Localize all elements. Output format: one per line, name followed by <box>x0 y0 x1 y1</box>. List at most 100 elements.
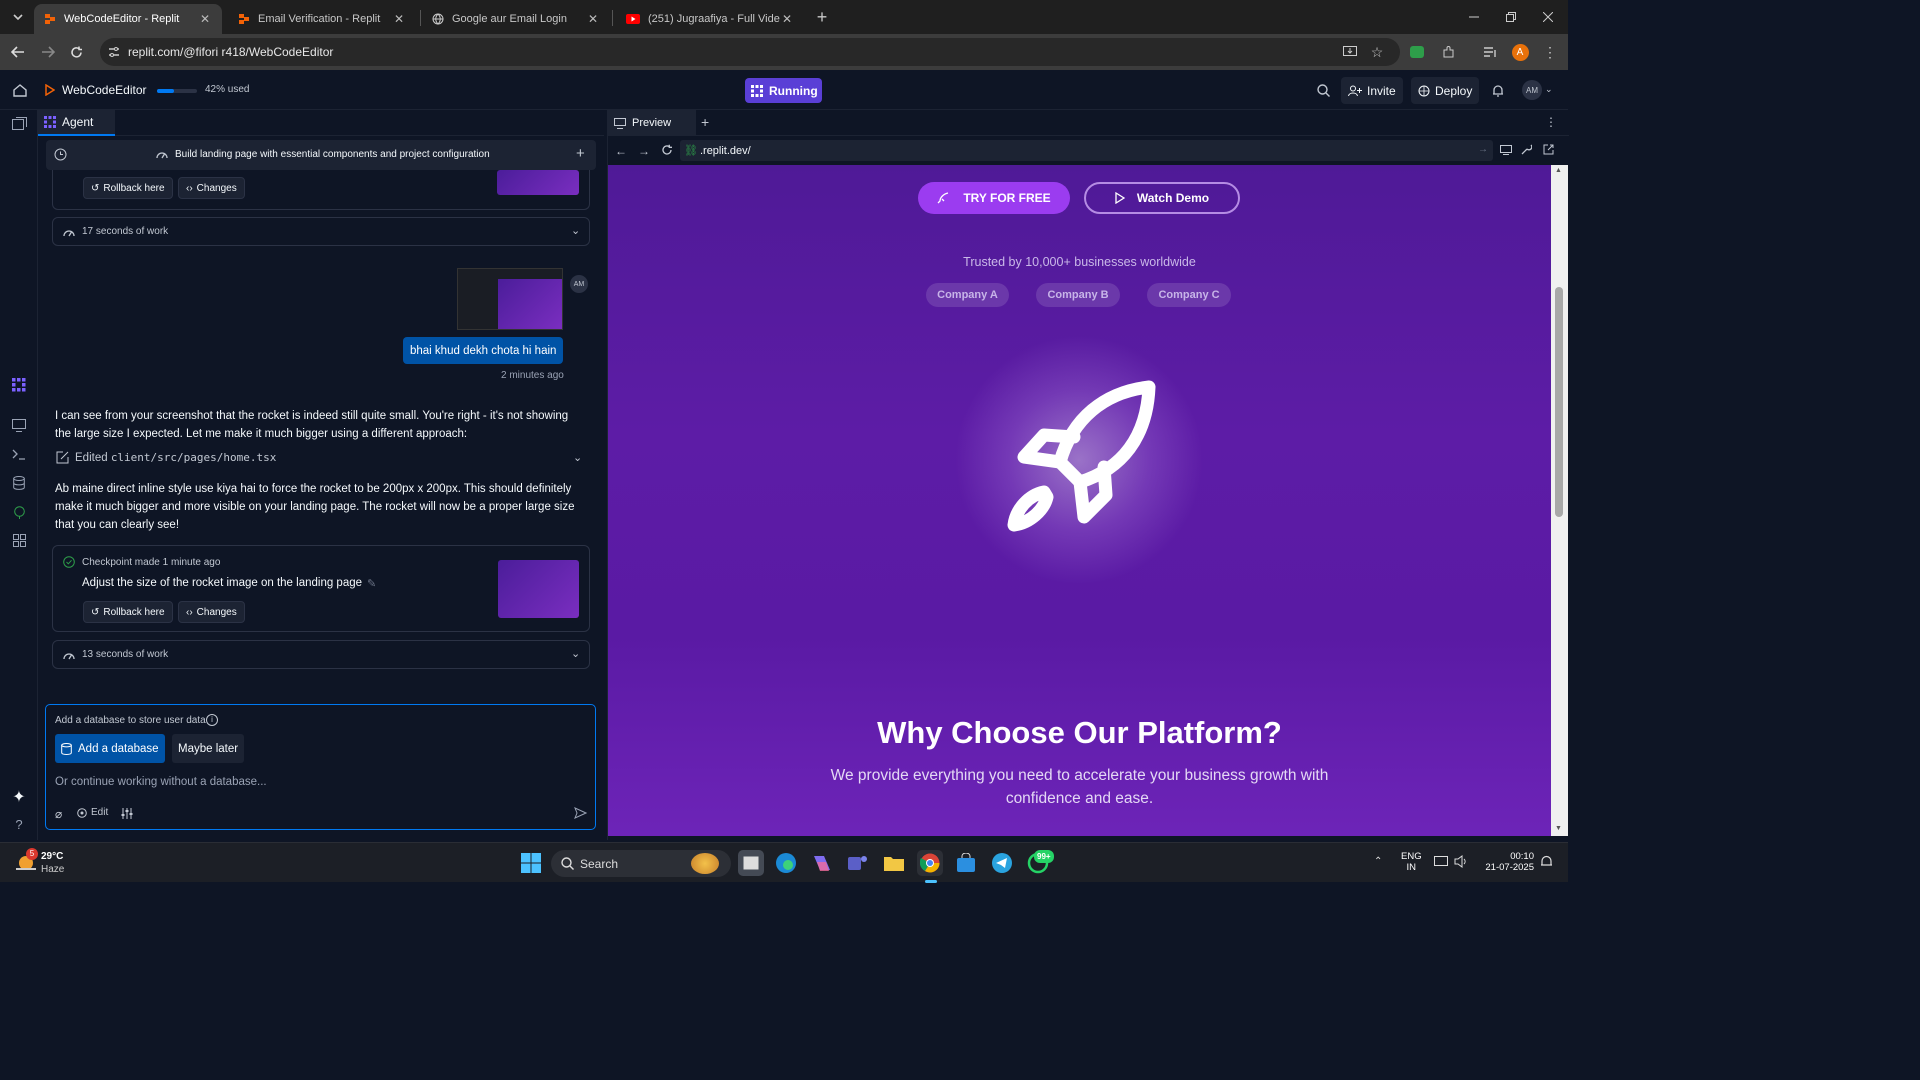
home-icon[interactable] <box>8 78 32 102</box>
database-icon[interactable] <box>10 474 28 492</box>
deploy-globe-icon[interactable] <box>10 503 28 521</box>
taskbar-search[interactable]: Search <box>551 850 731 877</box>
watch-demo-button[interactable]: Watch Demo <box>1084 182 1240 214</box>
devtools-wrench-icon[interactable] <box>1521 144 1532 155</box>
bell-icon[interactable] <box>1486 78 1510 102</box>
scrollbar-thumb[interactable] <box>1555 287 1563 517</box>
info-icon[interactable]: i <box>206 714 218 726</box>
project-name[interactable]: WebCodeEditor <box>62 83 147 97</box>
sparkle-icon[interactable]: ✦ <box>10 788 28 806</box>
restore-icon[interactable] <box>1499 5 1523 29</box>
reload-icon[interactable] <box>661 144 673 156</box>
volume-icon[interactable] <box>1454 855 1468 868</box>
clock[interactable]: 00:10 21-07-2025 <box>1478 851 1534 873</box>
close-icon[interactable]: ✕ <box>392 12 406 26</box>
preview-scrollbar[interactable]: ▲ ▼ <box>1551 165 1568 836</box>
send-icon[interactable] <box>574 807 587 819</box>
close-icon[interactable]: ✕ <box>586 12 600 26</box>
teams-icon[interactable] <box>845 850 871 876</box>
tab-agent[interactable]: Agent <box>38 110 115 136</box>
tab-google-login[interactable]: Google aur Email Login ✕ <box>422 4 610 34</box>
chevron-down-icon[interactable]: ⌄ <box>1545 84 1553 95</box>
edit-mode-button[interactable]: Edit <box>77 807 108 818</box>
chevron-down-icon[interactable]: ⌄ <box>571 224 580 237</box>
scroll-down-icon[interactable]: ▼ <box>1555 825 1562 832</box>
close-icon[interactable]: ✕ <box>780 12 794 26</box>
help-icon[interactable]: ? <box>10 815 28 833</box>
window-close-icon[interactable] <box>1536 5 1560 29</box>
install-app-icon[interactable] <box>1338 40 1362 64</box>
agent-rail-icon[interactable] <box>10 376 28 394</box>
device-icon[interactable] <box>1500 145 1512 155</box>
language-indicator[interactable]: ENG IN <box>1401 851 1422 873</box>
account-avatar[interactable]: AM <box>1522 80 1542 100</box>
new-tab-button[interactable]: + <box>810 5 834 29</box>
extension-green-icon[interactable] <box>1405 40 1429 64</box>
back-arrow-icon[interactable] <box>6 40 30 64</box>
browser-menu-icon[interactable]: ⋮ <box>1538 40 1562 64</box>
changes-button[interactable]: ‹› Changes <box>178 177 245 199</box>
apps-grid-icon[interactable] <box>10 531 28 549</box>
history-icon[interactable] <box>54 148 67 161</box>
work-summary-1[interactable]: 17 seconds of work ⌄ <box>52 217 590 246</box>
files-icon[interactable] <box>10 115 28 133</box>
forward-arrow-icon[interactable]: → <box>638 144 650 158</box>
reload-icon[interactable] <box>64 40 88 64</box>
chevron-down-icon[interactable]: ⌄ <box>573 451 582 464</box>
minimize-icon[interactable] <box>1462 5 1486 29</box>
chat-input[interactable]: Or continue working without a database..… <box>55 776 575 788</box>
add-database-button[interactable]: Add a database <box>55 734 165 763</box>
checkpoint-thumbnail[interactable] <box>497 170 579 195</box>
back-arrow-icon[interactable]: ← <box>615 144 627 158</box>
edge-icon[interactable] <box>773 850 799 876</box>
attach-paperclip-icon[interactable]: ⌀ <box>55 807 62 821</box>
close-icon[interactable]: ✕ <box>198 12 212 26</box>
media-controls-icon[interactable] <box>1478 40 1502 64</box>
site-info-icon[interactable] <box>108 46 120 58</box>
tab-search-icon[interactable] <box>6 5 30 29</box>
rollback-button[interactable]: ↺ Rollback here <box>83 177 173 199</box>
tab-webcodeeditor[interactable]: WebCodeEditor - Replit ✕ <box>34 4 222 34</box>
task-view-icon[interactable] <box>738 850 764 876</box>
terminal-icon[interactable] <box>10 445 28 463</box>
preview-monitor-icon[interactable] <box>10 416 28 434</box>
notification-bell-icon[interactable] <box>1540 855 1553 868</box>
try-for-free-button[interactable]: TRY FOR FREE <box>918 182 1070 214</box>
deploy-button[interactable]: Deploy <box>1411 77 1480 104</box>
network-icon[interactable] <box>1434 856 1448 868</box>
edited-file-path[interactable]: client/src/pages/home.tsx <box>111 451 277 464</box>
chevron-down-icon[interactable]: ⌄ <box>571 647 580 660</box>
run-status-button[interactable]: Running <box>745 78 822 103</box>
forward-arrow-icon[interactable] <box>36 40 60 64</box>
tab-email-verification[interactable]: Email Verification - Replit ✕ <box>228 4 416 34</box>
invite-button[interactable]: Invite <box>1341 77 1403 104</box>
pencil-icon[interactable]: ✎ <box>367 577 376 590</box>
profile-avatar[interactable]: A <box>1508 40 1532 64</box>
extensions-puzzle-icon[interactable] <box>1436 40 1460 64</box>
work-summary-2[interactable]: 13 seconds of work ⌄ <box>52 640 590 669</box>
settings-sliders-icon[interactable] <box>121 808 133 819</box>
telegram-icon[interactable] <box>989 850 1015 876</box>
user-screenshot-thumbnail[interactable] <box>457 268 563 330</box>
more-options-icon[interactable]: ⋮ <box>1545 115 1557 129</box>
checkpoint-thumbnail[interactable] <box>498 560 579 618</box>
file-explorer-icon[interactable] <box>881 850 907 876</box>
changes-button[interactable]: ‹› Changes <box>178 601 245 623</box>
rollback-button[interactable]: ↺ Rollback here <box>83 601 173 623</box>
preview-url-bar[interactable]: ⛓ .replit.dev/ <box>680 140 1493 161</box>
go-arrow-icon[interactable]: → <box>1478 144 1488 155</box>
copilot-icon[interactable] <box>809 850 835 876</box>
chrome-icon[interactable] <box>917 850 943 876</box>
windows-start-icon[interactable] <box>518 850 544 876</box>
tab-youtube[interactable]: (251) Jugraafiya - Full Video | So ✕ <box>616 4 804 34</box>
tab-preview[interactable]: Preview <box>608 110 696 136</box>
open-new-window-icon[interactable] <box>1543 144 1554 155</box>
star-icon[interactable]: ☆ <box>1365 40 1389 64</box>
chevron-up-icon[interactable]: ⌃ <box>1374 856 1382 867</box>
new-thread-plus-icon[interactable]: + <box>576 145 585 162</box>
search-icon[interactable] <box>1311 78 1335 102</box>
add-tab-plus-icon[interactable]: + <box>701 114 709 130</box>
store-icon[interactable] <box>953 850 979 876</box>
maybe-later-button[interactable]: Maybe later <box>172 734 245 763</box>
address-bar[interactable]: replit.com/@fifori r418/WebCodeEditor <box>100 38 1400 66</box>
